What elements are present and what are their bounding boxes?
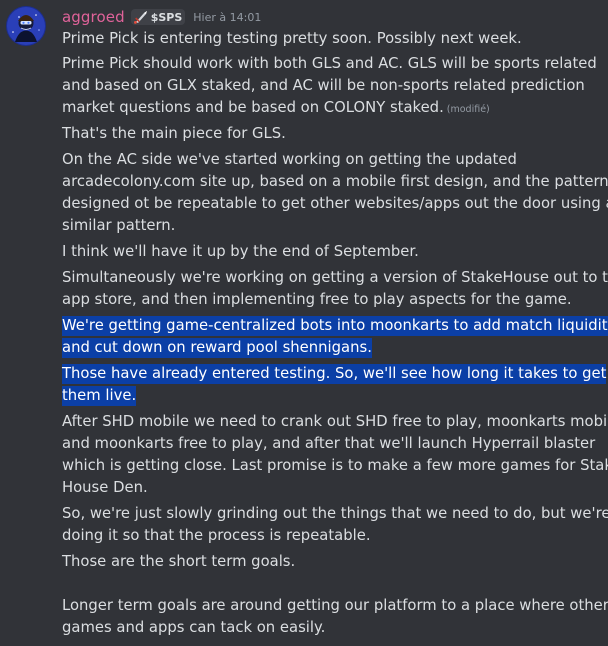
message-line: After SHD mobile we need to crank out SH…	[62, 413, 608, 430]
message-line: Prime Pick is entering testing pretty so…	[62, 30, 522, 47]
message-line: games and apps can tack on easily.	[62, 619, 326, 636]
message-line-selected: We're getting game-centralized bots into…	[62, 315, 608, 337]
sword-icon	[133, 11, 147, 24]
message-line: So, we're just slowly grinding out the t…	[62, 505, 608, 522]
avatar-image	[6, 6, 46, 46]
message-line: I think we'll have it up by the end of S…	[62, 243, 419, 260]
message-header: aggroed $SPS Hier à 14:01	[62, 7, 261, 27]
message-line-selected: them live.	[62, 386, 137, 406]
message-line: House Den.	[62, 479, 148, 496]
edited-label: (modifié)	[446, 104, 490, 115]
message-line: and based on GLX staked, and AC will be …	[62, 77, 585, 94]
server-tag[interactable]: $SPS	[130, 9, 186, 25]
message-timestamp[interactable]: Hier à 14:01	[193, 11, 261, 24]
message-line: and moonkarts free to play, and after th…	[62, 435, 596, 452]
username[interactable]: aggroed	[62, 8, 125, 26]
message-line: app store, and then implementing free to…	[62, 291, 572, 308]
message-line: On the AC side we've started working on …	[62, 151, 517, 168]
message-line: market questions and be based on COLONY …	[62, 99, 490, 116]
message-line: doing it so that the process is repeatab…	[62, 527, 371, 544]
message-line: which is getting close. Last promise is …	[62, 457, 608, 474]
message-line: Longer term goals are around getting our…	[62, 597, 608, 614]
server-tag-label: $SPS	[150, 10, 183, 24]
message-line-selected: Those have already entered testing. So, …	[62, 364, 607, 384]
message-line: That's the main piece for GLS.	[62, 125, 286, 142]
message-line: Prime Pick should work with both GLS and…	[62, 55, 597, 72]
message-line: Those are the short term goals.	[62, 553, 296, 570]
message-line: designed ot be repeatable to get other w…	[62, 195, 608, 212]
message-line-selected: and cut down on reward pool shennigans.	[62, 338, 372, 358]
message-line: similar pattern.	[62, 217, 176, 234]
message-line: Simultaneously we're working on getting …	[62, 269, 608, 286]
chat-message: aggroed $SPS Hier à 14:01 Prime Pick is …	[0, 0, 608, 646]
user-avatar[interactable]	[6, 6, 46, 46]
message-line: arcadecolony.com site up, based on a mob…	[62, 173, 608, 190]
